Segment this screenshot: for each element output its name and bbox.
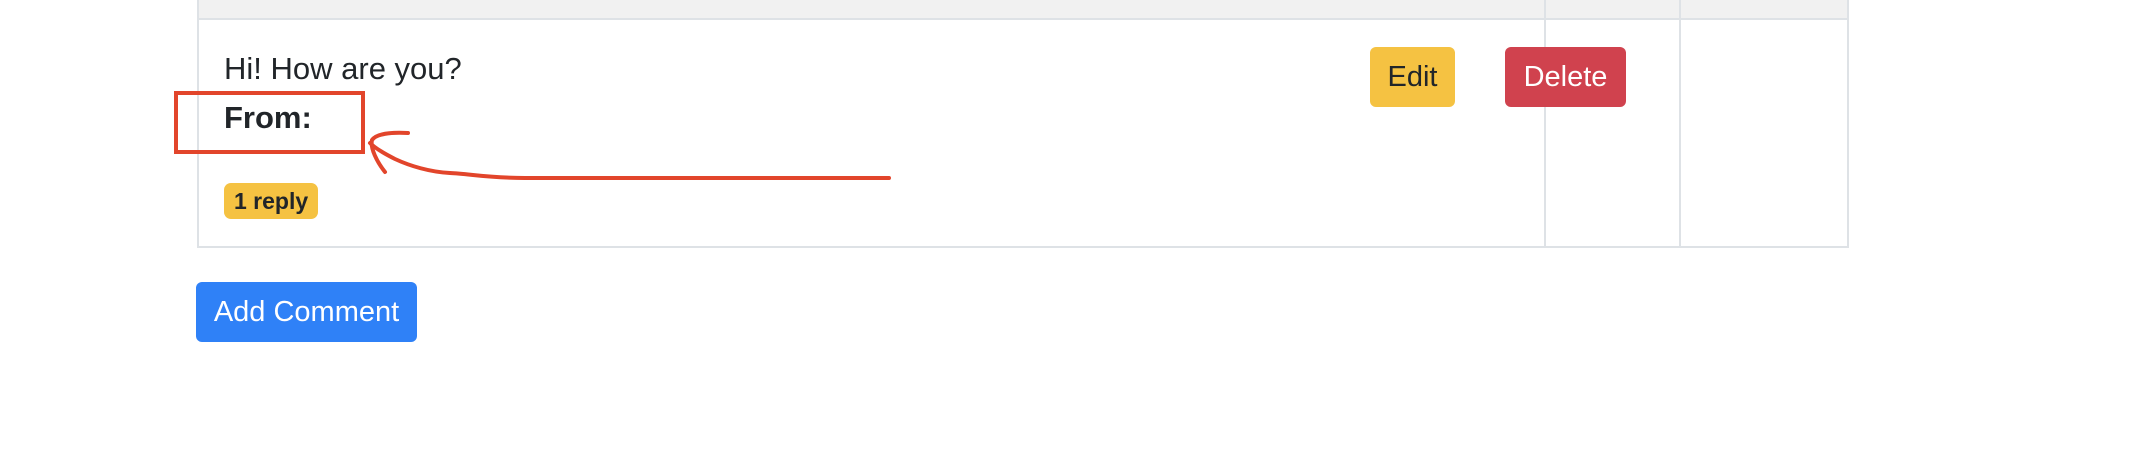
- edit-button[interactable]: Edit: [1370, 47, 1455, 107]
- comments-table: Hi! How are you? From: 1 reply: [197, 0, 1849, 248]
- add-comment-button[interactable]: Add Comment: [196, 282, 417, 342]
- table-header: [199, 0, 1847, 20]
- column-divider: [1679, 0, 1681, 246]
- reply-count-badge[interactable]: 1 reply: [224, 183, 319, 219]
- column-divider: [1544, 0, 1546, 246]
- comment-from-label: From:: [224, 100, 312, 135]
- comment-text: Hi! How are you?: [224, 51, 462, 86]
- delete-button[interactable]: Delete: [1505, 47, 1626, 107]
- page: Hi! How are you? From: 1 reply Edit Dele…: [0, 0, 2150, 472]
